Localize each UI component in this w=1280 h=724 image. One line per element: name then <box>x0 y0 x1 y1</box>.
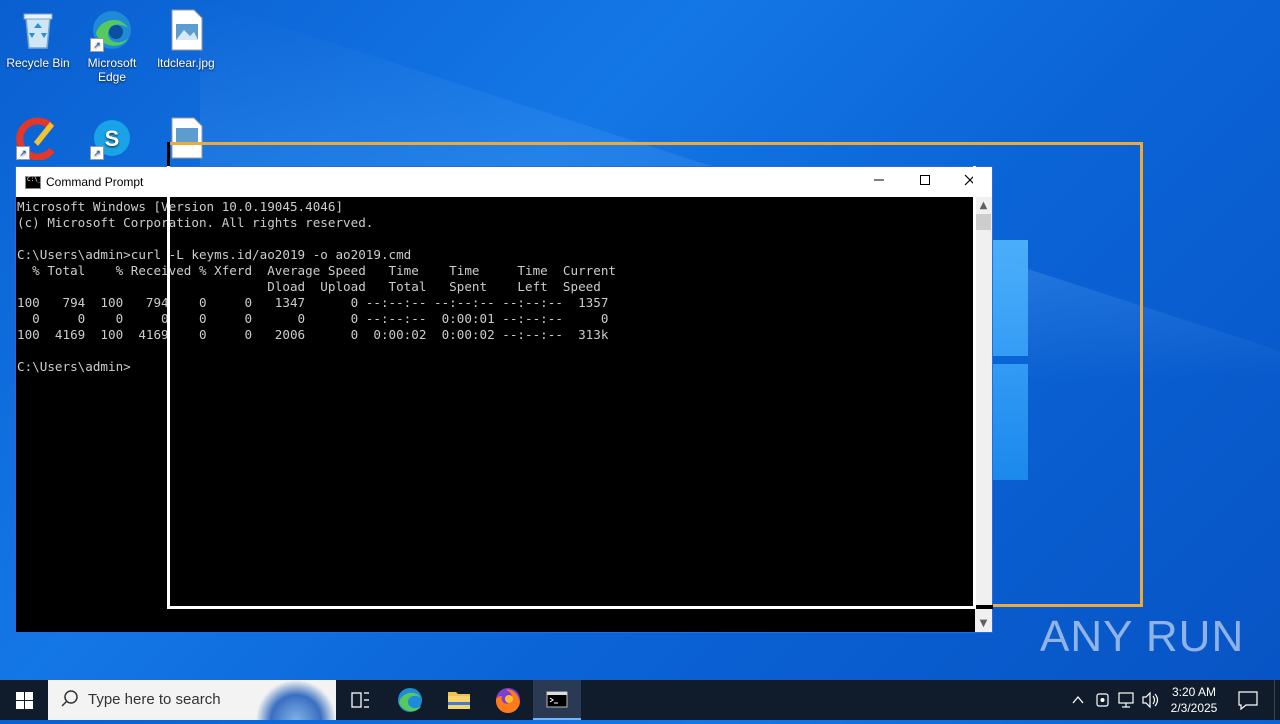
network-icon <box>1118 692 1134 708</box>
vertical-scrollbar[interactable]: ▲ ▼ <box>975 197 992 632</box>
desktop-icon-label: ltdclear.jpg <box>157 56 215 70</box>
tray-network-button[interactable] <box>1116 680 1138 720</box>
desktop-icon-skype[interactable]: S ↗ <box>74 116 150 164</box>
taskbar-file-explorer-button[interactable] <box>435 680 483 720</box>
edge-icon <box>398 688 422 712</box>
clock-time: 3:20 AM <box>1171 685 1217 699</box>
taskbar-edge-button[interactable] <box>386 680 434 720</box>
show-desktop-button[interactable] <box>1274 680 1280 720</box>
firefox-icon <box>495 688 520 714</box>
show-hidden-icons-button[interactable] <box>1068 680 1088 720</box>
console-line: % Total % Received % Xferd Average Speed… <box>17 263 616 278</box>
desktop-icon-ccleaner[interactable]: ↗ <box>0 116 76 164</box>
shortcut-arrow-icon: ↗ <box>90 38 104 52</box>
console-prompt-line: C:\Users\admin> <box>17 359 131 374</box>
taskbar: Type here to search 3:20 AM 2/3/2025 <box>0 680 1280 720</box>
highlight-rectangle-edge <box>976 605 993 609</box>
task-view-button[interactable] <box>336 680 384 720</box>
image-file-icon <box>164 8 208 52</box>
edge-icon: ↗ <box>90 8 134 52</box>
folder-icon <box>448 692 470 709</box>
console-line: (c) Microsoft Corporation. All rights re… <box>17 215 374 230</box>
ccleaner-icon: ↗ <box>16 116 60 161</box>
recycle-bin-icon <box>16 8 60 52</box>
command-prompt-icon <box>546 691 568 708</box>
device-icon <box>1096 693 1109 707</box>
window-title: Command Prompt <box>46 175 144 189</box>
console-line: Dload Upload Total Spent Left Speed <box>17 279 601 294</box>
clock-date: 2/3/2025 <box>1170 701 1218 715</box>
console-line: 100 4169 100 4169 0 0 2006 0 0:00:02 0:0… <box>17 327 609 342</box>
taskbar-clock[interactable]: 3:20 AM 2/3/2025 <box>1162 684 1226 716</box>
desktop-icon-microsoft-edge[interactable]: ↗ Microsoft Edge <box>74 8 150 84</box>
console-line: 0 0 0 0 0 0 0 0 --:--:-- 0:00:01 --:--:-… <box>17 311 609 326</box>
volume-icon <box>1142 691 1159 709</box>
console-line: Microsoft Windows [Version 10.0.19045.40… <box>17 199 344 214</box>
scroll-down-arrow-icon[interactable]: ▼ <box>975 615 992 632</box>
taskbar-command-prompt-button[interactable] <box>533 680 581 720</box>
console-line: C:\Users\admin>curl -L keyms.id/ao2019 -… <box>17 247 412 262</box>
desktop-icon-recycle-bin[interactable]: Recycle Bin <box>0 8 76 70</box>
maximize-icon <box>920 175 930 185</box>
tray-device-button[interactable] <box>1092 680 1114 720</box>
window-titlebar[interactable]: Command Prompt <box>16 167 992 197</box>
console-line: 100 794 100 794 0 0 1347 0 --:--:-- --:-… <box>17 295 609 310</box>
close-button[interactable] <box>947 167 993 197</box>
scrollbar-thumb[interactable] <box>976 214 991 230</box>
taskbar-search-box[interactable]: Type here to search <box>48 680 336 720</box>
close-icon <box>964 174 976 186</box>
minimize-button[interactable] <box>856 167 902 197</box>
search-icon <box>61 690 78 707</box>
maximize-button[interactable] <box>902 167 948 197</box>
chevron-up-icon <box>1072 695 1084 704</box>
taskbar-firefox-button[interactable] <box>484 680 532 720</box>
shortcut-arrow-icon: ↗ <box>90 146 104 160</box>
console-output[interactable]: Microsoft Windows [Version 10.0.19045.40… <box>16 197 975 632</box>
cmd-app-icon <box>25 176 41 189</box>
scroll-up-arrow-icon[interactable]: ▲ <box>975 197 992 214</box>
search-highlight-art <box>256 680 336 720</box>
desktop-icon-ltdclear-jpg[interactable]: ltdclear.jpg <box>148 8 224 70</box>
search-placeholder: Type here to search <box>88 691 221 708</box>
desktop-icon-label: Recycle Bin <box>6 56 70 70</box>
minimize-icon <box>874 179 884 181</box>
skype-icon: S ↗ <box>90 116 134 160</box>
command-prompt-window[interactable]: Command Prompt Microsoft Windows [Versio… <box>15 166 993 633</box>
tray-volume-button[interactable] <box>1140 680 1162 720</box>
shortcut-arrow-icon: ↗ <box>16 146 30 160</box>
task-view-icon <box>351 692 369 708</box>
notification-icon <box>1238 691 1258 711</box>
start-button[interactable] <box>0 680 48 720</box>
svg-text:S: S <box>105 126 120 151</box>
desktop-icon-label: Microsoft Edge <box>87 56 137 84</box>
anyrun-watermark: ANY RUN <box>1040 612 1245 661</box>
action-center-button[interactable] <box>1230 680 1266 720</box>
